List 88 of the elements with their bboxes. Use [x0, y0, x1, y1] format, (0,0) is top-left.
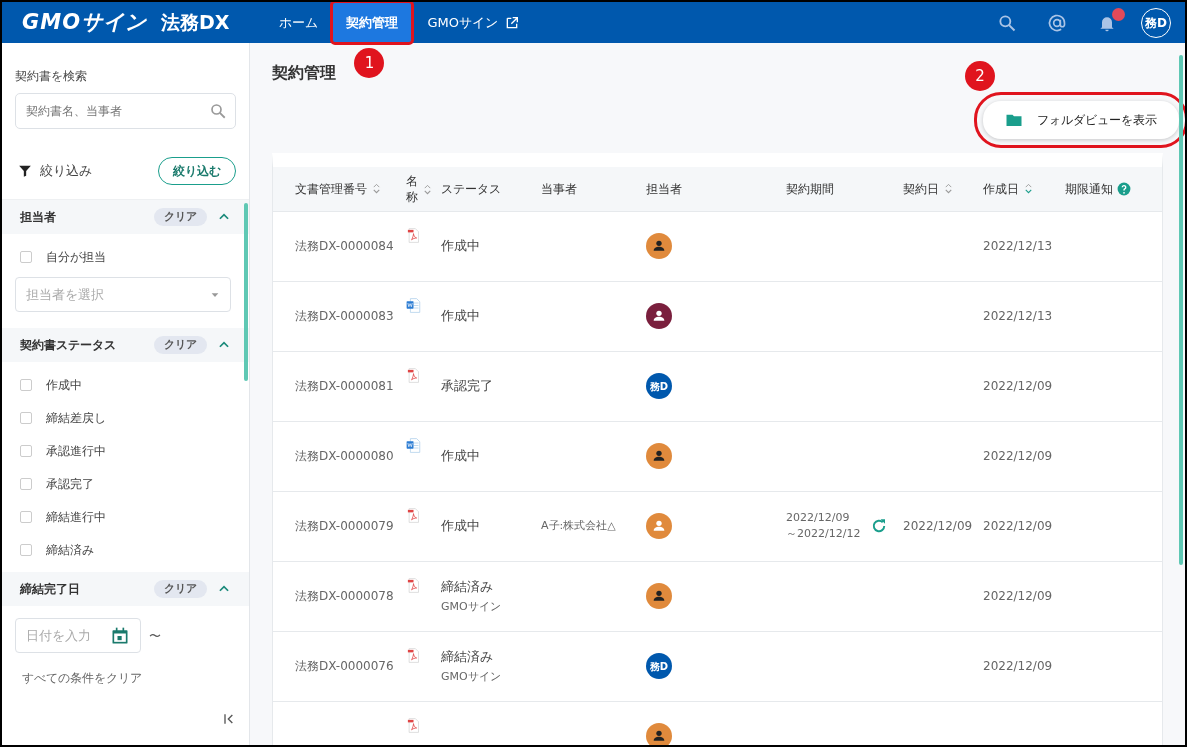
- clear-button[interactable]: クリア: [154, 207, 207, 227]
- status-text: 作成中: [441, 307, 481, 326]
- checkbox-label: 承認完了: [46, 475, 94, 493]
- document-number: 法務DX-0000081: [295, 379, 394, 393]
- created-date: 2022/12/13: [983, 239, 1053, 253]
- contract-period: 2022/12/09 ～2022/12/12: [786, 509, 861, 542]
- checkbox[interactable]: [20, 411, 32, 424]
- document-number: 法務DX-0000084: [295, 239, 394, 253]
- word-file-icon[interactable]: [406, 296, 421, 314]
- document-number: 法務DX-0000076: [295, 659, 394, 673]
- nav-tab[interactable]: GMOサイン: [413, 2, 534, 43]
- signing-service: GMOサイン: [441, 599, 502, 615]
- document-number: 法務DX-0000079: [295, 519, 394, 533]
- column-header: 契約期間: [786, 180, 834, 198]
- checkbox[interactable]: [20, 543, 32, 556]
- word-file-icon[interactable]: [406, 436, 421, 454]
- created-date: 2022/12/09: [983, 449, 1053, 463]
- checkbox-label: 締結進行中: [46, 508, 106, 526]
- document-number: 法務DX-0000083: [295, 309, 394, 323]
- document-number: 法務DX-0000080: [295, 449, 394, 463]
- status-text: 作成中: [441, 517, 481, 536]
- nav-tab[interactable]: ホーム: [265, 2, 333, 43]
- checkbox-label: 作成中: [46, 376, 82, 394]
- checkbox-label: 自分が担当: [46, 248, 106, 266]
- section-title: 締結完了日: [20, 581, 80, 598]
- column-header: 契約日: [903, 180, 939, 198]
- column-header: 当事者: [541, 180, 577, 198]
- pdf-file-icon[interactable]: [406, 506, 421, 524]
- search-icon[interactable]: [997, 12, 1017, 33]
- document-number: 法務DX-0000078: [295, 589, 394, 603]
- checkbox[interactable]: [20, 477, 32, 490]
- filter-label: 絞り込み: [40, 162, 92, 181]
- sort-icon[interactable]: [422, 183, 433, 197]
- checkbox[interactable]: [20, 378, 32, 391]
- party-name: A子:株式会社△: [541, 517, 617, 534]
- search-label: 契約書を検索: [14, 68, 88, 85]
- callout-number: 2: [965, 61, 995, 91]
- checkbox-label: 締結差戻し: [46, 409, 106, 427]
- pdf-file-icon[interactable]: [406, 366, 421, 384]
- column-header: 作成日: [983, 180, 1019, 198]
- filter-icon: [18, 164, 32, 178]
- search-icon[interactable]: [209, 102, 227, 120]
- checkbox[interactable]: [20, 444, 32, 457]
- sort-icon[interactable]: [1023, 182, 1034, 196]
- calendar-icon: [110, 625, 130, 646]
- checkbox[interactable]: [20, 250, 32, 263]
- checkbox[interactable]: [20, 510, 32, 523]
- created-date: 2022/12/09: [983, 379, 1053, 393]
- created-date: 2022/12/09: [983, 589, 1053, 603]
- pdf-file-icon[interactable]: [406, 576, 421, 594]
- at-icon[interactable]: [1047, 12, 1067, 33]
- user-avatar: 務D: [646, 373, 672, 399]
- callout-number: 1: [354, 48, 385, 78]
- column-header: 期限通知: [1065, 180, 1113, 198]
- status-text: 作成中: [441, 447, 481, 466]
- signing-service: GMOサイン: [441, 669, 502, 685]
- sort-icon[interactable]: [943, 182, 954, 196]
- clear-button[interactable]: クリア: [154, 335, 207, 355]
- nav-tab[interactable]: 契約管理: [332, 2, 413, 43]
- contract-date: 2022/12/09: [903, 519, 973, 533]
- range-separator: 〜: [149, 627, 161, 645]
- status-text: 締結済み: [441, 577, 494, 596]
- column-header: ステータス: [441, 180, 501, 198]
- created-date: 2022/12/13: [983, 309, 1053, 323]
- search-field[interactable]: 契約書名、当事者: [15, 93, 236, 129]
- pdf-file-icon[interactable]: [406, 716, 421, 734]
- sort-icon[interactable]: [371, 182, 382, 196]
- clear-button[interactable]: クリア: [154, 579, 207, 599]
- status-text: 作成中: [441, 237, 481, 256]
- created-date: 2022/12/09: [983, 519, 1053, 533]
- created-date: 2022/12/09: [983, 659, 1053, 673]
- section-title: 契約書ステータス: [20, 337, 116, 354]
- user-avatar: 務D: [646, 653, 672, 679]
- logo-text: GMOサイン: [22, 8, 147, 36]
- filter-button[interactable]: 絞り込む: [158, 157, 236, 185]
- section-title: 担当者: [20, 209, 56, 226]
- checkbox-label: 承認進行中: [46, 442, 106, 460]
- status-text: 締結済み: [441, 647, 494, 666]
- page-title: 契約管理: [272, 62, 336, 84]
- column-header: 文書管理番号: [295, 180, 367, 198]
- checkbox-label: 締結済み: [46, 541, 94, 559]
- pdf-file-icon[interactable]: [406, 226, 421, 244]
- status-text: 承認完了: [441, 377, 494, 396]
- product-name: 法務DX: [161, 10, 230, 36]
- column-header: 名称: [406, 174, 418, 206]
- pdf-file-icon[interactable]: [406, 646, 421, 664]
- column-header: 担当者: [646, 180, 682, 198]
- help-icon[interactable]: [1117, 181, 1131, 196]
